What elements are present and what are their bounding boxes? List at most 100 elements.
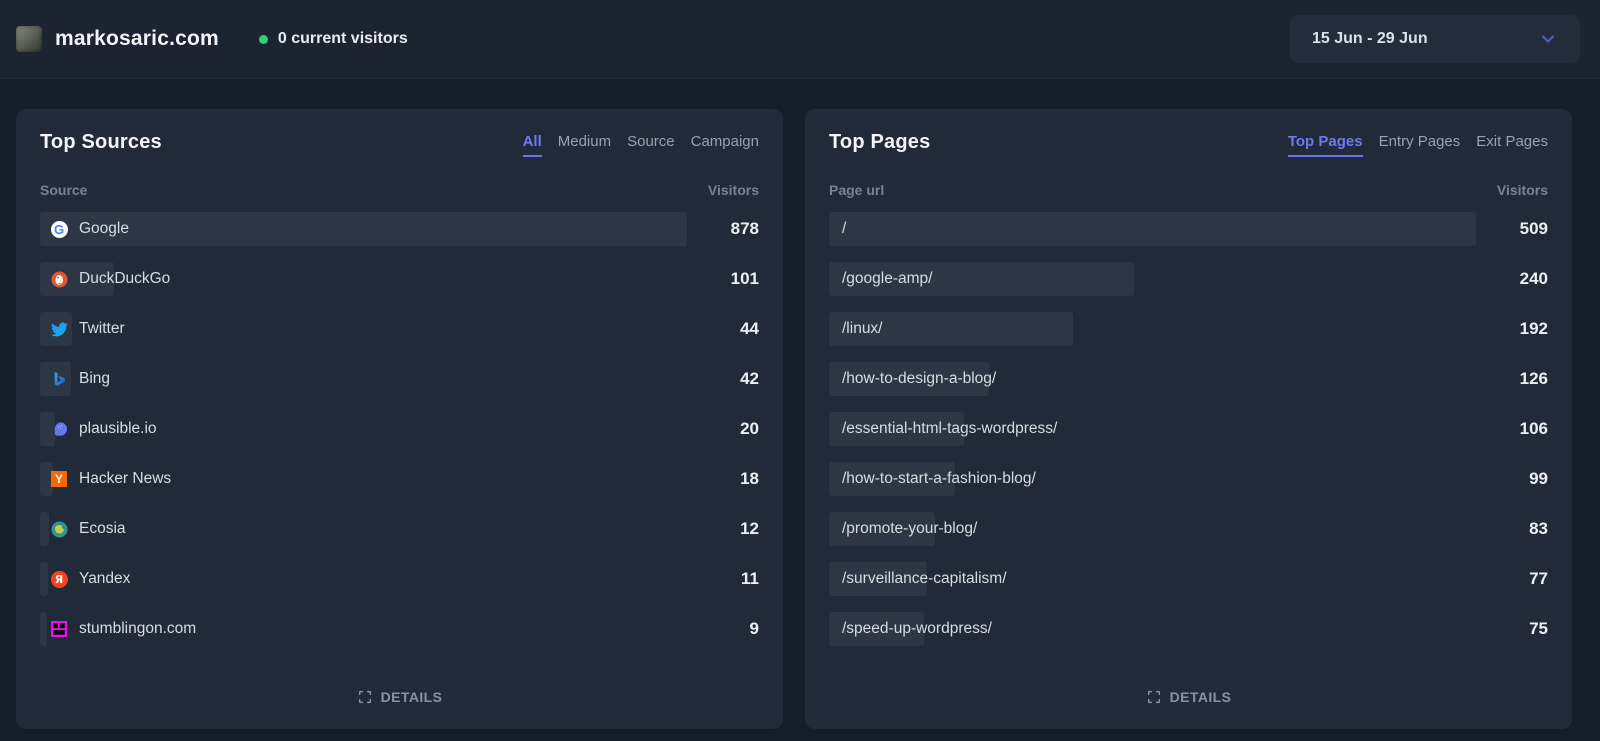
dashboard-panels: Top Sources All Medium Source Campaign Sour… — [0, 79, 1600, 729]
row-label: /google-amp/ — [842, 270, 932, 288]
row-bar-area: DuckDuckGo — [40, 262, 687, 296]
row-value: 878 — [701, 219, 759, 239]
row-bar-area: Bing — [40, 362, 687, 396]
row-value: 240 — [1490, 269, 1548, 289]
details-label: DETAILS — [381, 689, 443, 705]
row-bar-area: Ecosia — [40, 512, 687, 546]
row-label: Yandex — [79, 570, 130, 588]
current-visitors[interactable]: 0 current visitors — [259, 30, 408, 48]
table-row[interactable]: plausible.io20 — [40, 412, 759, 446]
tab-entry-pages[interactable]: Entry Pages — [1379, 133, 1461, 157]
expand-icon — [1146, 689, 1162, 705]
row-value: 83 — [1490, 519, 1548, 539]
row-bar-area: /how-to-design-a-blog/ — [829, 362, 1476, 396]
top-pages-title: Top Pages — [829, 131, 930, 154]
sources-list: GGoogle 878 DuckDuckGo 101 Twitter 44 Bing 42 pl… — [40, 212, 759, 646]
tab-all[interactable]: All — [523, 133, 542, 157]
hackernews-icon: Y — [50, 470, 68, 488]
row-bar-area: /google-amp/ — [829, 262, 1476, 296]
tab-medium[interactable]: Medium — [558, 133, 611, 157]
row-label: /speed-up-wordpress/ — [842, 620, 992, 638]
row-value: 509 — [1490, 219, 1548, 239]
row-label: / — [842, 220, 846, 238]
row-label: /essential-html-tags-wordpress/ — [842, 420, 1057, 438]
table-row[interactable]: / 509 — [829, 212, 1548, 246]
twitter-icon — [50, 320, 68, 338]
row-bar-area: Y Hacker News — [40, 462, 687, 496]
pages-details-button[interactable]: DETAILS — [829, 679, 1548, 705]
ecosia-icon — [50, 520, 68, 538]
row-value: 44 — [701, 319, 759, 339]
table-row[interactable]: /promote-your-blog/83 — [829, 512, 1548, 546]
top-sources-title: Top Sources — [40, 131, 162, 154]
table-row[interactable]: /how-to-design-a-blog/126 — [829, 362, 1548, 396]
row-label: Bing — [79, 370, 110, 388]
row-bar-area: /essential-html-tags-wordpress/ — [829, 412, 1476, 446]
row-value: 9 — [701, 619, 759, 639]
row-bar-area: / — [829, 212, 1476, 246]
top-sources-panel: Top Sources All Medium Source Campaign Sour… — [16, 109, 783, 729]
pages-list: / 509/google-amp/240/linux/192/how-to-des… — [829, 212, 1548, 646]
column-header-source: Source — [40, 182, 87, 198]
row-value: 75 — [1490, 619, 1548, 639]
table-row[interactable]: /essential-html-tags-wordpress/106 — [829, 412, 1548, 446]
column-header-visitors: Visitors — [1497, 182, 1548, 198]
row-bar-area: /how-to-start-a-fashion-blog/ — [829, 462, 1476, 496]
row-bar-area: Twitter — [40, 312, 687, 346]
tab-source[interactable]: Source — [627, 133, 675, 157]
row-value: 42 — [701, 369, 759, 389]
sources-details-button[interactable]: DETAILS — [40, 679, 759, 705]
tab-top-pages[interactable]: Top Pages — [1288, 133, 1363, 157]
row-bar-area: /speed-up-wordpress/ — [829, 612, 1476, 646]
top-sources-tabs: All Medium Source Campaign — [523, 131, 759, 157]
site-name: markosaric.com — [55, 27, 219, 51]
duckduckgo-icon — [50, 270, 68, 288]
plausible-icon — [50, 420, 68, 438]
row-value: 99 — [1490, 469, 1548, 489]
row-value: 18 — [701, 469, 759, 489]
table-row[interactable]: Ecosia 12 — [40, 512, 759, 546]
table-row[interactable]: Twitter 44 — [40, 312, 759, 346]
top-pages-panel: Top Pages Top Pages Entry Pages Exit Pages… — [805, 109, 1572, 729]
row-value: 126 — [1490, 369, 1548, 389]
row-label: Hacker News — [79, 470, 171, 488]
row-value: 101 — [701, 269, 759, 289]
row-value: 11 — [701, 569, 759, 589]
row-label: /how-to-design-a-blog/ — [842, 370, 996, 388]
table-row[interactable]: DuckDuckGo 101 — [40, 262, 759, 296]
stumblingon-icon — [50, 620, 68, 638]
site-favicon — [16, 26, 42, 52]
tab-exit-pages[interactable]: Exit Pages — [1476, 133, 1548, 157]
table-row[interactable]: /google-amp/240 — [829, 262, 1548, 296]
site-header[interactable]: markosaric.com — [16, 26, 219, 52]
top-bar: markosaric.com 0 current visitors 15 Jun… — [0, 0, 1600, 79]
table-row[interactable]: Y Hacker News 18 — [40, 462, 759, 496]
row-label: Google — [79, 220, 129, 238]
row-label: /how-to-start-a-fashion-blog/ — [842, 470, 1036, 488]
table-row[interactable]: /how-to-start-a-fashion-blog/99 — [829, 462, 1548, 496]
table-row[interactable]: stumblingon.com9 — [40, 612, 759, 646]
row-value: 12 — [701, 519, 759, 539]
table-row[interactable]: /surveillance-capitalism/77 — [829, 562, 1548, 596]
row-value: 106 — [1490, 419, 1548, 439]
row-bar-area: /linux/ — [829, 312, 1476, 346]
date-range-picker[interactable]: 15 Jun - 29 Jun — [1290, 15, 1580, 63]
table-row[interactable]: Я Yandex 11 — [40, 562, 759, 596]
row-label: plausible.io — [79, 420, 157, 438]
table-row[interactable]: GGoogle 878 — [40, 212, 759, 246]
row-label: /promote-your-blog/ — [842, 520, 977, 538]
table-row[interactable]: /speed-up-wordpress/75 — [829, 612, 1548, 646]
bing-icon — [50, 370, 68, 388]
current-visitors-label: 0 current visitors — [278, 30, 408, 48]
tab-campaign[interactable]: Campaign — [691, 133, 759, 157]
row-value: 77 — [1490, 569, 1548, 589]
yandex-icon: Я — [50, 570, 68, 588]
table-row[interactable]: /linux/192 — [829, 312, 1548, 346]
chevron-down-icon — [1538, 29, 1558, 49]
live-status-dot — [259, 35, 268, 44]
row-label: Twitter — [79, 320, 125, 338]
row-bar-area: GGoogle — [40, 212, 687, 246]
details-label: DETAILS — [1170, 689, 1232, 705]
table-row[interactable]: Bing 42 — [40, 362, 759, 396]
row-value: 192 — [1490, 319, 1548, 339]
